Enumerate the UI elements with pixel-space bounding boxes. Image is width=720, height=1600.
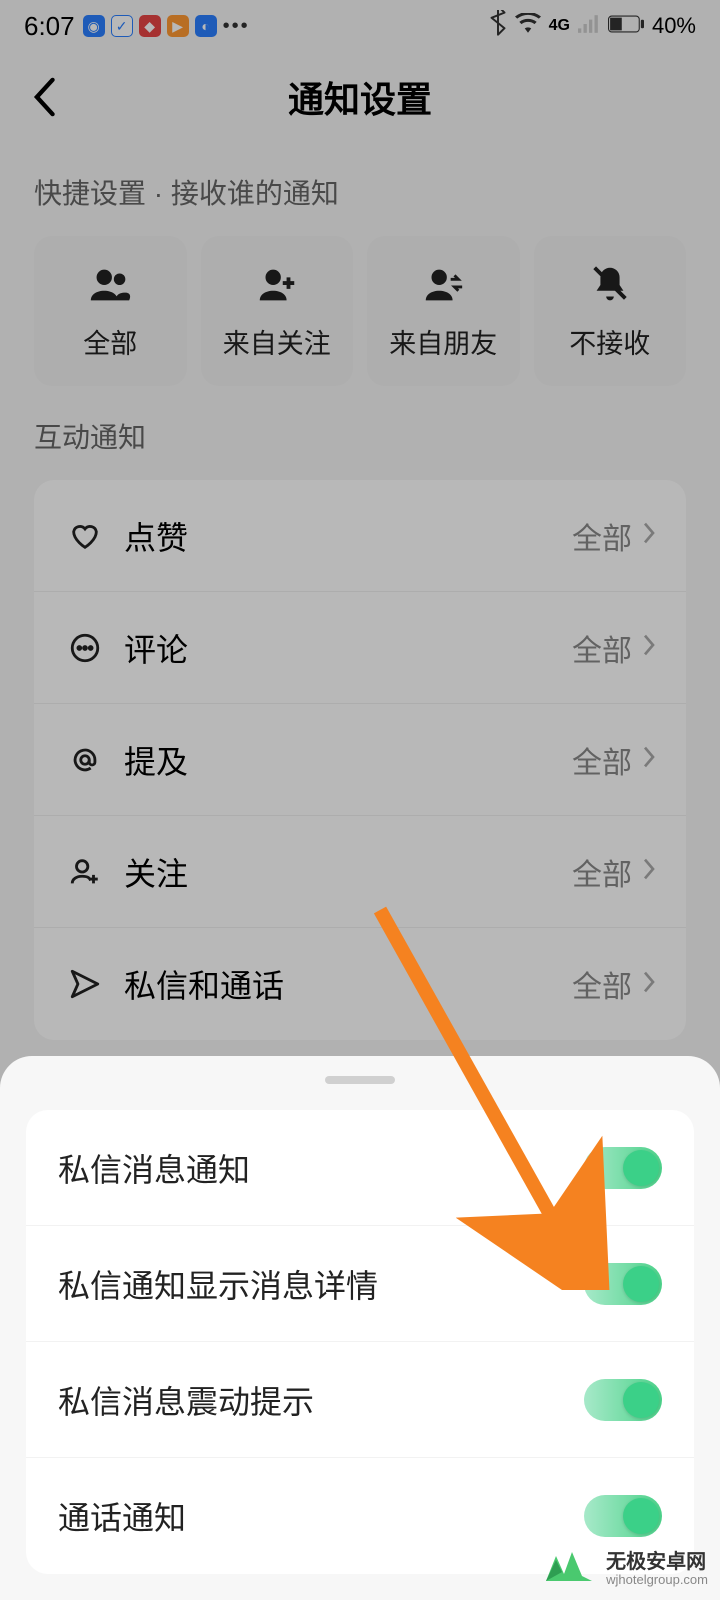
watermark: 无极安卓网 wjhotelgroup.com [542, 1546, 708, 1592]
drag-handle[interactable] [325, 1076, 395, 1084]
toggle-label: 通话通知 [58, 1493, 584, 1539]
watermark-en: wjhotelgroup.com [606, 1573, 708, 1587]
toggle-label: 私信消息通知 [58, 1145, 584, 1191]
toggle-switch[interactable] [584, 1147, 662, 1189]
toggle-label: 私信消息震动提示 [58, 1377, 584, 1423]
toggle-switch[interactable] [584, 1263, 662, 1305]
toggle-label: 私信通知显示消息详情 [58, 1261, 584, 1307]
watermark-cn: 无极安卓网 [606, 1551, 708, 1573]
sheet-toggle-list: 私信消息通知 私信通知显示消息详情 私信消息震动提示 通话通知 [26, 1110, 694, 1574]
bottom-sheet: 私信消息通知 私信通知显示消息详情 私信消息震动提示 通话通知 [0, 1056, 720, 1600]
toggle-switch[interactable] [584, 1495, 662, 1537]
toggle-dm-show-detail: 私信通知显示消息详情 [26, 1226, 694, 1342]
toggle-switch[interactable] [584, 1379, 662, 1421]
toggle-dm-notification: 私信消息通知 [26, 1110, 694, 1226]
watermark-logo-icon [542, 1546, 596, 1592]
toggle-dm-vibrate: 私信消息震动提示 [26, 1342, 694, 1458]
